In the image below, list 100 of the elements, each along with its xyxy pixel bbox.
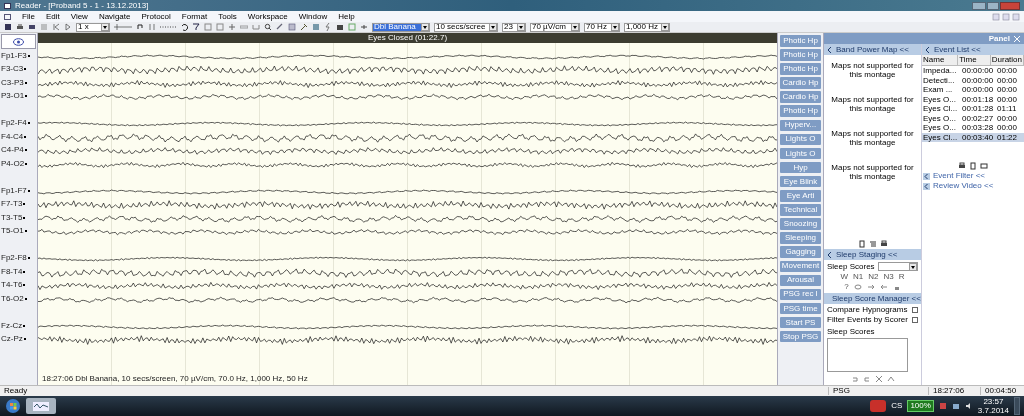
stage-button[interactable]: W — [840, 273, 849, 281]
montage-dropdown[interactable]: 70 µV/cm — [530, 22, 580, 32]
table-cell-text: 00:03:40 — [961, 132, 995, 142]
print-icon[interactable] — [879, 240, 888, 248]
montage-dropdown[interactable]: Dbl Banana — [372, 22, 430, 32]
channel-label: P3-O1 — [1, 92, 25, 101]
help-button[interactable]: ? — [844, 283, 849, 291]
stage-button[interactable]: N2 — [868, 273, 879, 281]
start-button[interactable] — [4, 398, 22, 414]
chevron-icon[interactable] — [926, 46, 930, 53]
caret-icon — [519, 25, 523, 29]
menu-item[interactable]: Format — [181, 12, 208, 21]
bracket-icon[interactable] — [252, 23, 260, 31]
checkbox[interactable] — [912, 307, 918, 313]
volume-icon[interactable] — [964, 402, 973, 410]
column-header[interactable]: Name — [922, 55, 959, 65]
document-icon[interactable] — [969, 162, 977, 170]
menu-item[interactable]: Window — [298, 12, 328, 21]
menu-item[interactable]: Navigate — [98, 12, 131, 21]
lightning-icon[interactable] — [324, 23, 332, 31]
search-icon[interactable] — [264, 23, 272, 31]
close-button[interactable] — [1000, 1, 1020, 10]
expander-link[interactable]: Review Video << — [933, 182, 994, 190]
column-header[interactable]: Duration — [990, 55, 1024, 65]
stage-button[interactable]: N1 — [853, 273, 864, 281]
zoom-dropdown[interactable]: 1 x — [76, 22, 110, 32]
dropdown-arrow-button[interactable] — [421, 23, 429, 31]
table-cell-text: Exam ... — [922, 85, 954, 95]
dropdown-arrow-button[interactable] — [661, 23, 669, 31]
chevron-icon[interactable] — [923, 182, 930, 190]
undo-icon[interactable] — [180, 23, 188, 31]
crosshair-icon[interactable] — [228, 23, 236, 31]
dropdown-arrow-button[interactable] — [517, 23, 525, 31]
print-icon[interactable] — [16, 23, 24, 31]
arrow-icon[interactable] — [866, 283, 875, 291]
chevron-icon[interactable] — [923, 172, 930, 180]
table-cell-text: 00:00:00 — [961, 85, 995, 95]
sleep-scores-list[interactable] — [827, 338, 908, 372]
expander-link[interactable]: Event Filter << — [933, 172, 986, 180]
montage-dropdown[interactable]: 70 Hz — [584, 22, 620, 32]
dropdown-arrow-button[interactable] — [611, 23, 619, 31]
chevron-icon[interactable] — [828, 251, 832, 258]
arrow-icon[interactable] — [879, 283, 888, 291]
wrench-icon[interactable] — [300, 23, 308, 31]
checkbox[interactable] — [912, 317, 918, 323]
document-icon[interactable] — [857, 240, 866, 248]
event-row[interactable]: Eyes O... 00:03:28 00:00 — [922, 123, 1024, 133]
menu-item[interactable]: Edit — [45, 12, 60, 21]
slider-icon[interactable] — [114, 23, 132, 31]
chevron-icon[interactable] — [828, 46, 832, 53]
print-icon[interactable] — [958, 162, 966, 170]
map-message: Maps not supported for this montage — [830, 61, 915, 79]
tool-icon[interactable] — [276, 23, 284, 31]
montage-dropdown[interactable]: 1,000 Hz — [624, 22, 670, 32]
dropdown-arrow-button[interactable] — [909, 263, 917, 271]
close-icon[interactable] — [874, 375, 883, 383]
menu-item[interactable]: Protocol — [141, 12, 171, 21]
montage-dropdown[interactable]: 10 secs/scree — [434, 22, 498, 32]
dotted-line-icon[interactable] — [160, 23, 176, 31]
eye-icon — [13, 37, 24, 46]
step-back-icon[interactable] — [52, 23, 60, 31]
table-cell-text: 00:00 — [996, 113, 1019, 123]
channel-label: T5-O1 — [1, 227, 24, 236]
column-header[interactable]: Time — [958, 55, 991, 65]
dropdown-arrow-button[interactable] — [101, 23, 109, 31]
table-cell-text: 00:00 — [996, 123, 1019, 133]
section-title: Sleep Staging << — [836, 250, 898, 259]
eye-icon[interactable] — [853, 283, 862, 291]
caret-icon — [103, 25, 107, 29]
battery-indicator[interactable]: 100% — [907, 400, 934, 412]
montage-dropdown[interactable]: 23 — [502, 22, 526, 32]
event-row[interactable]: Exam ... 00:00:00 00:00 — [922, 85, 1024, 95]
event-row[interactable]: Eyes Cl... 00:01:28 01:11 — [922, 104, 1024, 114]
menu-item[interactable]: View — [70, 12, 88, 21]
menu-item[interactable]: Workspace — [247, 12, 288, 21]
maximize-button[interactable] — [987, 1, 999, 10]
minimize-button[interactable] — [972, 1, 986, 10]
event-row[interactable]: Detecti... 00:00:00 00:00 — [922, 75, 1024, 85]
menu-item[interactable]: Help — [338, 12, 355, 21]
redo-icon[interactable] — [862, 375, 871, 383]
montage-view-button[interactable] — [1, 34, 36, 49]
language-indicator[interactable]: CS — [891, 402, 903, 410]
event-row[interactable]: Eyes O... 00:01:18 00:00 — [922, 94, 1024, 104]
stage-button[interactable]: N3 — [883, 273, 894, 281]
play-icon[interactable] — [64, 23, 72, 31]
event-row[interactable]: Impeda... 00:00:00 00:00 — [922, 66, 1024, 76]
section-title: Sleep Score Manager << — [832, 294, 921, 303]
chevron-up-icon[interactable] — [886, 375, 895, 383]
save-icon[interactable] — [4, 23, 12, 31]
status-section: PSG — [828, 387, 928, 395]
tray-app-icon[interactable] — [870, 400, 887, 412]
stage-button[interactable]: R — [898, 273, 905, 281]
event-row[interactable]: Eyes Cl... 00:03:40 01:22 — [922, 132, 1024, 142]
taskbar-app-button[interactable] — [26, 398, 56, 414]
dropdown-arrow-button[interactable] — [571, 23, 579, 31]
dropdown-arrow-button[interactable] — [489, 23, 497, 31]
event-row[interactable]: Eyes O... 00:02:27 00:00 — [922, 113, 1024, 123]
menu-item[interactable]: File — [22, 12, 35, 21]
menu-item[interactable]: Tools — [218, 12, 237, 21]
table-cell-text: 00:02:27 — [961, 113, 995, 123]
